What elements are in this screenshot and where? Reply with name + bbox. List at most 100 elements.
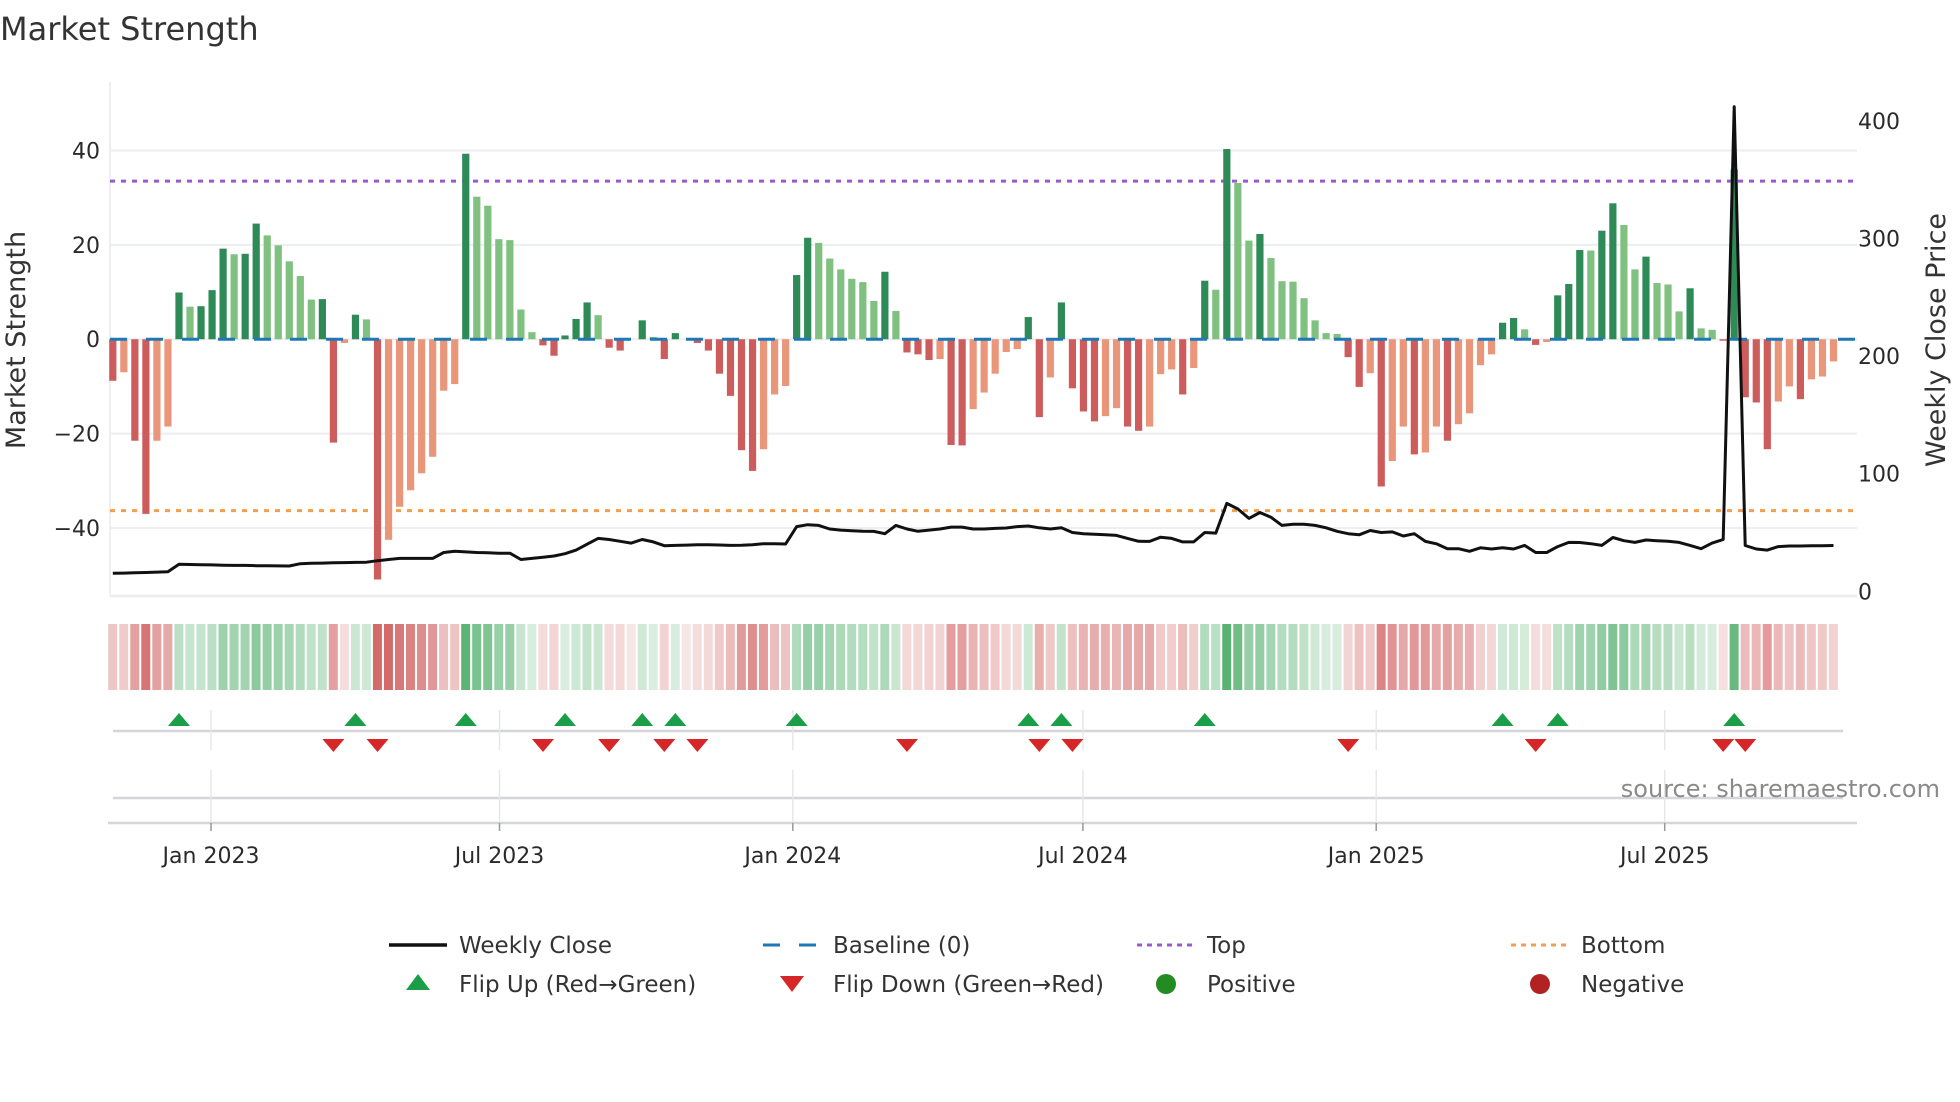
- strip-cell: [869, 624, 879, 690]
- x-tick-label: Jan 2025: [1326, 844, 1425, 869]
- strength-bar: [737, 339, 746, 451]
- strip-cell: [1630, 624, 1640, 690]
- y-tick-label: 20: [72, 234, 100, 259]
- strength-bar: [936, 339, 944, 360]
- flip-down-marker: [598, 739, 621, 752]
- strength-bar: [1642, 256, 1650, 340]
- strip-cell: [1409, 624, 1419, 690]
- strip-cell: [714, 624, 724, 690]
- left-axis-ticks: 40 20 0 −20 −40: [54, 139, 100, 542]
- flip-markers-panel: [113, 710, 1843, 823]
- strength-bar: [1653, 283, 1661, 340]
- strength-bar: [1212, 289, 1220, 340]
- strength-bar: [881, 271, 889, 340]
- strength-bar: [759, 339, 768, 450]
- strip-cell: [659, 624, 669, 690]
- strip-cell: [1332, 624, 1342, 690]
- strength-bar: [903, 339, 911, 353]
- strength-bar: [1565, 284, 1573, 340]
- strip-cell: [439, 624, 449, 690]
- strip-cell: [1156, 624, 1166, 690]
- strip-cell: [1189, 624, 1199, 690]
- strength-bar: [1223, 149, 1231, 340]
- strip-cell: [703, 624, 713, 690]
- strip-cell: [1056, 624, 1066, 690]
- y-tick-label: 40: [72, 139, 100, 164]
- strip-cell: [1431, 624, 1441, 690]
- strength-bar: [1388, 339, 1396, 462]
- x-tick-label: Jul 2024: [1036, 844, 1128, 869]
- strength-bar: [1796, 339, 1804, 400]
- strip-cell: [1663, 624, 1673, 690]
- strip-cell: [1034, 624, 1044, 690]
- strength-bar: [1432, 339, 1440, 427]
- strength-bar: [771, 339, 779, 395]
- strip-cell: [1178, 624, 1188, 690]
- strip-cell: [913, 624, 923, 690]
- strip-cell: [648, 624, 658, 690]
- strip-cell: [262, 624, 272, 690]
- strip-cell: [1376, 624, 1386, 690]
- strength-bar: [1576, 250, 1584, 340]
- x-tick-label: Jul 2023: [453, 844, 545, 869]
- strength-bar: [175, 292, 183, 340]
- strength-bar: [285, 261, 293, 340]
- strength-bar: [947, 339, 955, 445]
- right-axis-ticks: 400 300 200 100 0: [1858, 110, 1900, 605]
- strength-bar: [638, 320, 646, 340]
- strength-bar: [1476, 339, 1485, 366]
- strength-bar: [429, 339, 437, 457]
- strip-cell: [957, 624, 967, 690]
- strength-bar: [153, 339, 161, 441]
- strength-bar: [561, 335, 569, 340]
- strength-bar: [1256, 233, 1264, 340]
- y-tick-label: 0: [86, 328, 100, 353]
- strength-bar: [1664, 284, 1672, 340]
- strip-cell: [626, 624, 636, 690]
- flip-down-marker: [895, 739, 918, 752]
- strength-bar: [715, 339, 724, 374]
- strength-bars: [109, 149, 1838, 580]
- left-axis-title: Market Strength: [1, 231, 32, 449]
- strip-cell: [1167, 624, 1177, 690]
- strip-cell: [891, 624, 901, 690]
- strength-bar: [892, 310, 900, 340]
- strip-cell: [814, 624, 824, 690]
- strength-bar: [296, 275, 304, 340]
- strip-cell: [1795, 624, 1805, 690]
- strength-bar: [1079, 339, 1088, 412]
- strip-cell: [1817, 624, 1827, 690]
- strip-cell: [1464, 624, 1474, 690]
- strip-cell: [1531, 624, 1541, 690]
- strength-bar: [1046, 339, 1054, 378]
- strip-cell: [1266, 624, 1276, 690]
- strip-cell: [284, 624, 294, 690]
- strip-cell: [1475, 624, 1485, 690]
- strip-cell: [1619, 624, 1629, 690]
- strip-cell: [1078, 624, 1088, 690]
- strength-bar: [528, 332, 536, 340]
- strip-cell: [306, 624, 316, 690]
- strength-bar: [517, 309, 525, 340]
- strength-bar: [870, 301, 878, 340]
- strength-bar: [1377, 339, 1385, 487]
- x-tick-label: Jul 2025: [1618, 844, 1710, 869]
- strength-bar: [495, 239, 503, 340]
- strength-bar: [219, 248, 227, 340]
- strip-cell: [483, 624, 493, 690]
- flip-down-marker: [686, 739, 709, 752]
- strength-bar: [1510, 317, 1518, 340]
- strength-bar: [186, 306, 194, 340]
- strip-cell: [604, 624, 614, 690]
- strip-cell: [1122, 624, 1132, 690]
- strip-cell: [317, 624, 327, 690]
- strip-cell: [792, 624, 802, 690]
- strip-cell: [758, 624, 768, 690]
- strip-cell: [858, 624, 868, 690]
- strip-cell: [1321, 624, 1331, 690]
- strength-bar: [307, 299, 315, 340]
- strip-cell: [1597, 624, 1607, 690]
- strength-bar: [1068, 339, 1077, 389]
- flip-down-marker: [1734, 739, 1757, 752]
- strip-cell: [1442, 624, 1452, 690]
